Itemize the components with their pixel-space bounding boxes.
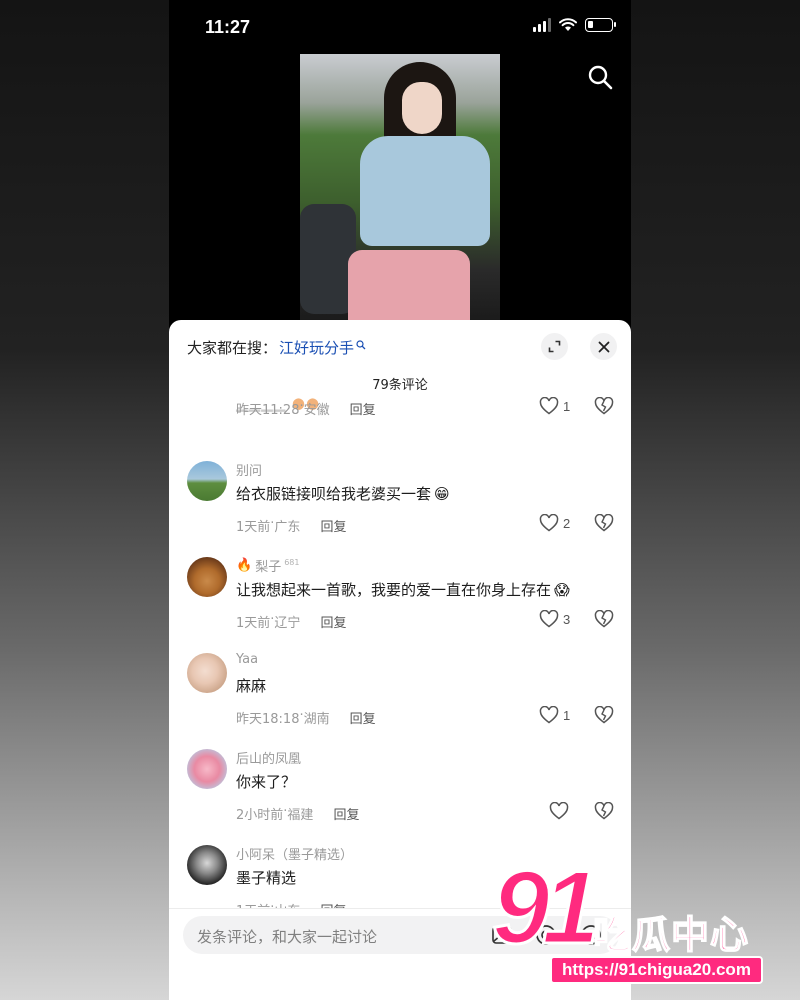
comment-text: 你来了？ <box>236 773 297 791</box>
trending-prefix: 大家都在搜： <box>187 339 278 357</box>
search-small-icon <box>356 339 366 349</box>
heart-icon <box>539 706 559 724</box>
reply-button[interactable]: 回复 <box>350 399 376 418</box>
reply-button[interactable]: 回复 <box>320 612 346 631</box>
comment-meta: 1天前 · 辽宁 回复 <box>236 612 347 631</box>
avatar[interactable] <box>187 845 227 885</box>
comment-text: 让我想起来一首歌，我要的爱一直在你身上存在 😱 <box>236 580 570 600</box>
comment-location: 山东 <box>274 900 300 908</box>
heart-icon <box>539 514 559 532</box>
signal-icon <box>533 18 551 32</box>
search-icon <box>588 65 613 90</box>
like-button[interactable] <box>549 802 569 820</box>
broken-heart-icon <box>594 705 614 724</box>
comment-text: 给衣服链接呗给我老婆买一套 😁 <box>236 484 450 504</box>
broken-heart-icon <box>594 801 614 820</box>
comment-location: 安徽 <box>303 403 330 418</box>
expand-icon <box>548 340 561 353</box>
comment-location: 福建 <box>287 808 314 823</box>
like-button[interactable]: 3 <box>539 610 570 628</box>
user-level: 681 <box>284 558 300 567</box>
trending-keyword[interactable]: 江好玩分手 <box>279 337 354 358</box>
comment-item: Yaa 麻麻 昨天18:18 · 湖南 回复 1 <box>169 652 631 749</box>
heart-icon <box>549 802 569 820</box>
comment-time: 昨天11:28 <box>236 403 300 418</box>
like-count: 2 <box>563 515 571 531</box>
comment-username[interactable]: 小阿呆（墨子精选） <box>236 844 353 863</box>
broken-heart-icon <box>594 513 614 532</box>
comment-time: 1天前 <box>236 520 271 535</box>
avatar[interactable] <box>187 557 227 597</box>
trending-search[interactable]: 大家都在搜： 江好玩分手 <box>187 337 366 358</box>
wifi-icon <box>559 18 577 31</box>
comment-username[interactable]: Yaa <box>236 652 258 667</box>
reply-button[interactable]: 回复 <box>320 900 346 908</box>
comment-text: 墨子精选 <box>236 869 297 887</box>
status-bar: 11:27 <box>169 0 631 54</box>
like-count: 1 <box>563 398 571 414</box>
emoji: 😱 <box>554 580 570 599</box>
like-count: 1 <box>563 707 571 723</box>
comment-username[interactable]: 🔥 梨子 681 <box>236 556 299 575</box>
comment-meta: 2小时前 · 福建 回复 <box>236 804 360 823</box>
close-icon <box>598 341 609 352</box>
dislike-button[interactable] <box>594 801 614 824</box>
comment-location: 广东 <box>274 520 301 535</box>
avatar[interactable] <box>187 749 227 789</box>
comment-list[interactable]: ▁▁▁▁ ●● 昨天11:28 · 安徽 回复 1 别问 给衣服链接呗给我老婆买… <box>169 390 631 908</box>
fire-badge-icon: 🔥 <box>236 558 253 573</box>
reply-button[interactable]: 回复 <box>333 804 359 823</box>
status-time: 11:27 <box>205 17 251 37</box>
comment-item: 后山的凤凰 你来了？ 2小时前 · 福建 回复 <box>169 749 631 845</box>
dislike-button[interactable] <box>594 513 614 536</box>
broken-heart-icon <box>594 396 614 415</box>
site-watermark: 91 吃瓜中心 https://91chigua20.com <box>488 855 788 990</box>
comment-location: 湖南 <box>303 712 330 727</box>
watermark-number: 91 <box>491 850 602 966</box>
avatar[interactable] <box>187 653 227 693</box>
emoji: 😁 <box>434 484 450 503</box>
comment-meta: 昨天11:28 · 安徽 回复 <box>236 399 376 418</box>
comment-text: 麻麻 <box>236 677 267 695</box>
status-icons <box>533 18 616 32</box>
reply-button[interactable]: 回复 <box>350 708 376 727</box>
watermark-title: 吃瓜中心 <box>592 912 750 958</box>
heart-icon <box>539 610 559 628</box>
dislike-button[interactable] <box>594 705 614 728</box>
comment-meta: 1天前 · 山东 回复 <box>236 900 346 908</box>
comment-item: 🔥 梨子 681 让我想起来一首歌，我要的爱一直在你身上存在 😱 1天前 · 辽宁… <box>169 557 631 653</box>
comment-meta: 1天前 · 广东 回复 <box>236 516 347 535</box>
comment-location: 辽宁 <box>274 616 301 631</box>
like-button[interactable]: 1 <box>539 397 570 415</box>
comment-time: 1天前 <box>236 900 270 908</box>
comment-username[interactable]: 后山的凤凰 <box>236 748 301 767</box>
comment-time: 昨天18:18 <box>236 712 300 727</box>
comment-item: 别问 给衣服链接呗给我老婆买一套 😁 1天前 · 广东 回复 2 <box>169 461 631 557</box>
dislike-button[interactable] <box>594 396 614 419</box>
reply-button[interactable]: 回复 <box>320 516 346 535</box>
dislike-button[interactable] <box>594 609 614 632</box>
heart-icon <box>539 397 559 415</box>
broken-heart-icon <box>594 609 614 628</box>
comment-time: 2小时前 <box>236 808 284 823</box>
comment-username[interactable]: 别问 <box>236 460 262 479</box>
like-button[interactable]: 1 <box>539 706 570 724</box>
close-button[interactable] <box>590 333 617 360</box>
like-button[interactable]: 2 <box>539 514 570 532</box>
battery-icon <box>585 18 616 32</box>
search-button[interactable] <box>585 62 617 94</box>
watermark-url: https://91chigua20.com <box>550 956 763 984</box>
avatar[interactable] <box>187 461 227 501</box>
comment-meta: 昨天18:18 · 湖南 回复 <box>236 708 376 727</box>
expand-button[interactable] <box>541 333 568 360</box>
like-count: 3 <box>563 611 571 627</box>
comment-item: ▁▁▁▁ ●● 昨天11:28 · 安徽 回复 1 <box>169 390 631 440</box>
video-thumbnail[interactable] <box>300 54 500 324</box>
comment-time: 1天前 <box>236 616 271 631</box>
comment-input-placeholder: 发条评论，和大家一起讨论 <box>197 928 378 946</box>
